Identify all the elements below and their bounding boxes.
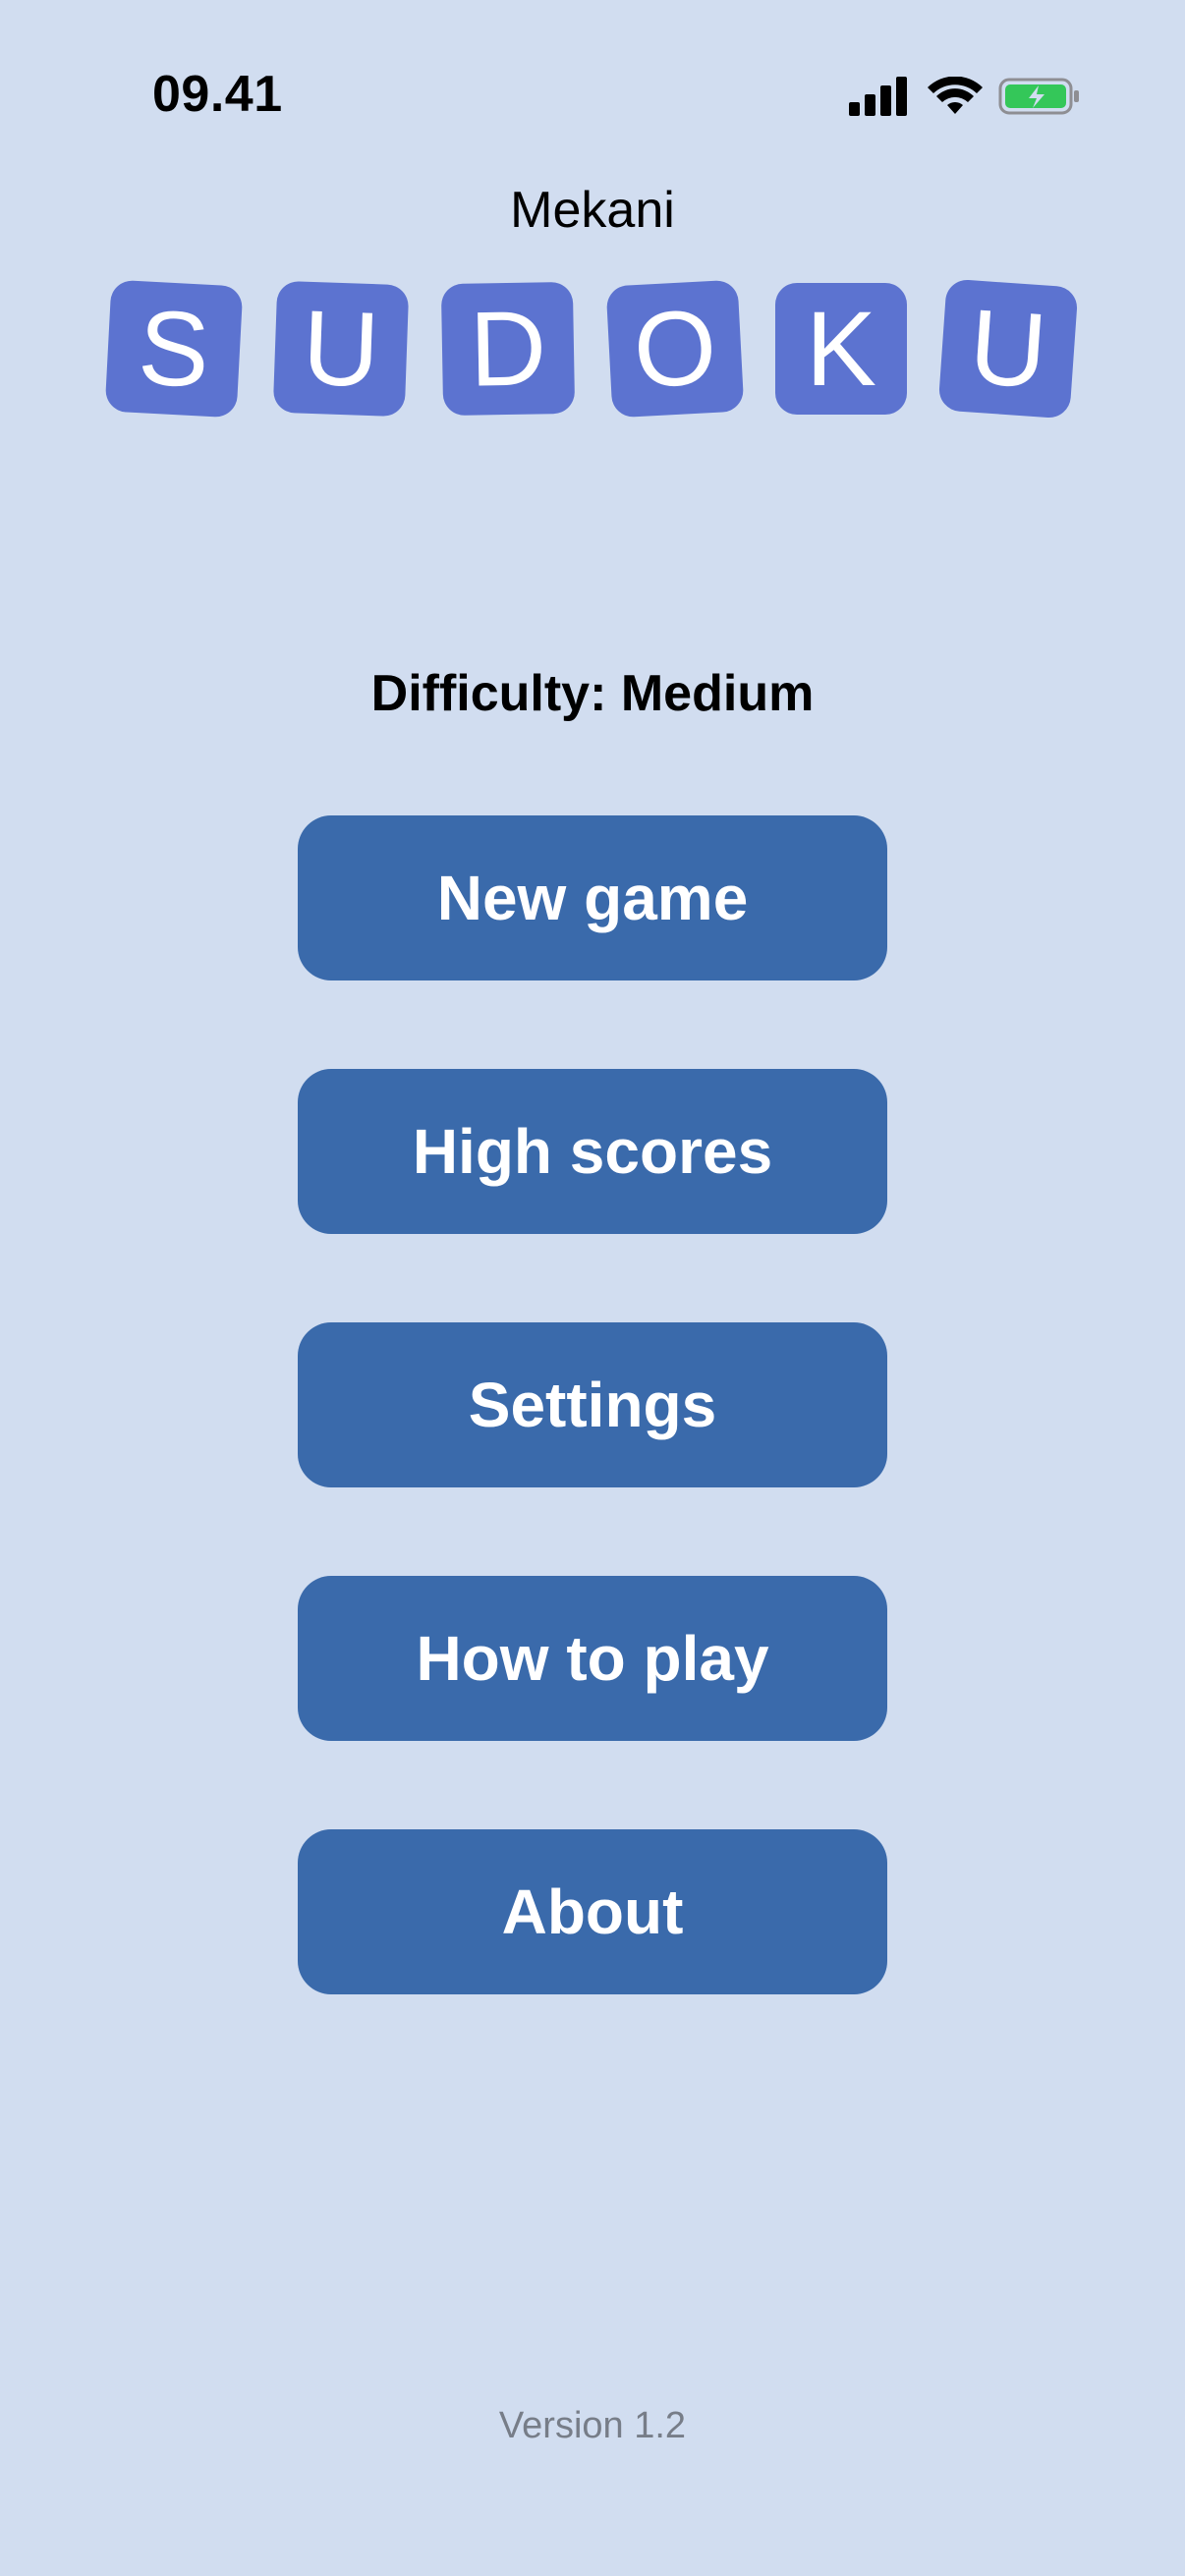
brand-name: Mekani [510,182,675,239]
sudoku-logo: S U D O K U [0,278,1185,420]
settings-button[interactable]: Settings [298,1322,887,1487]
how-to-play-button[interactable]: How to play [298,1576,887,1741]
status-bar: 09.41 [0,0,1185,147]
about-button[interactable]: About [298,1829,887,1994]
difficulty-label: Difficulty: Medium [370,665,815,722]
logo-tile-o: O [605,279,745,419]
new-game-button[interactable]: New game [298,815,887,980]
logo-tile-d: D [440,281,576,417]
battery-charging-icon [998,78,1079,115]
high-scores-button[interactable]: High scores [298,1069,887,1234]
logo-tile-u: U [272,280,410,418]
cellular-signal-icon [849,77,907,116]
wifi-icon [928,77,983,114]
logo-tile-s: S [104,279,244,419]
logo-tile-u2: U [937,278,1079,420]
version-label: Version 1.2 [498,2405,687,2446]
logo-tile-k: K [775,283,907,415]
status-time: 09.41 [152,66,283,123]
